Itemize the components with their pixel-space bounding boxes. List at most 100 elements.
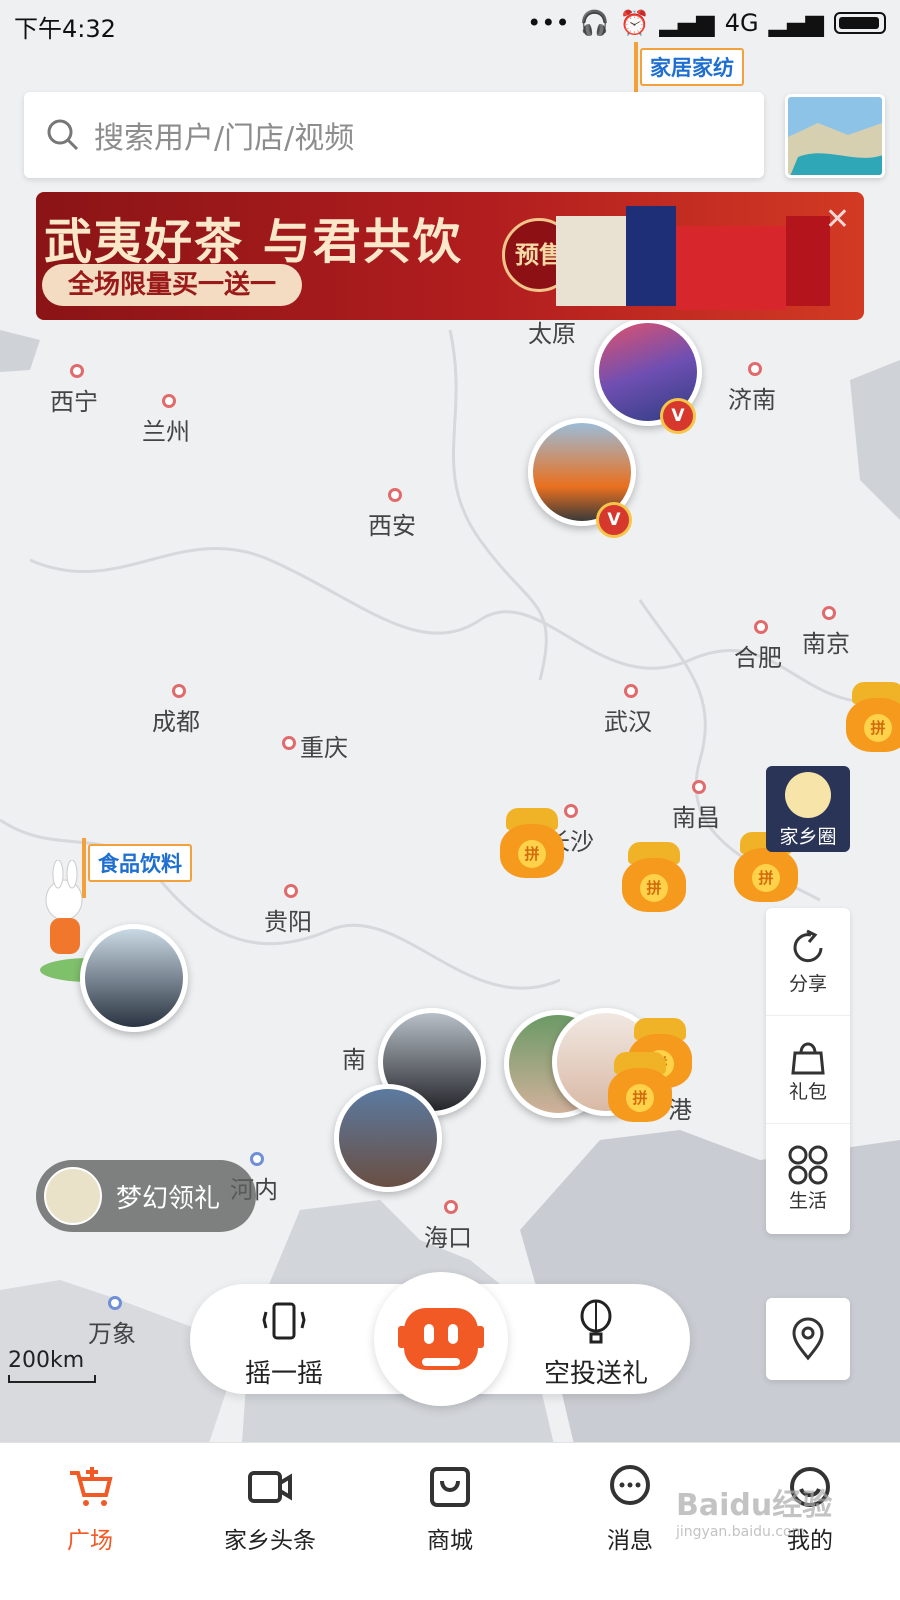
group-buy-bag-icon[interactable]: 拼 [618, 842, 690, 912]
promo-banner[interactable]: 武夷好茶 与君共饮 全场限量买一送一 预售 ✕ [36, 192, 864, 320]
city-marker [692, 780, 706, 794]
category-flag-home-textile[interactable]: 家居家纺 [634, 42, 744, 102]
scenic-thumbnail[interactable] [785, 94, 885, 178]
share-label: 分享 [788, 973, 827, 995]
action-bar: 摇一摇 空投送礼 [190, 1272, 690, 1406]
landscape-icon [788, 97, 882, 175]
city-marker [172, 684, 186, 698]
city-marker [162, 394, 176, 408]
city-label-vientiane: 万象 [88, 1320, 136, 1348]
robot-center-button[interactable] [374, 1272, 508, 1406]
group-buy-bag-icon[interactable]: 拼 [604, 1052, 676, 1122]
robot-icon [398, 1308, 484, 1370]
video-camera-icon [248, 1471, 292, 1503]
location-pin-icon [792, 1317, 824, 1361]
user-avatar-marker[interactable] [334, 1084, 442, 1192]
search-placeholder: 搜索用户/门店/视频 [94, 121, 355, 156]
bag-label: 拼 [626, 1084, 654, 1112]
dream-gift-button[interactable]: 梦幻领礼 [36, 1160, 256, 1232]
tab-label: 广场 [67, 1528, 113, 1554]
cart-icon [70, 1467, 113, 1506]
city-label-lanzhou: 兰州 [142, 418, 190, 446]
group-buy-bag-icon[interactable]: 拼 [842, 682, 900, 752]
city-marker [624, 684, 638, 698]
map-scale: 200km [8, 1348, 96, 1383]
bag-label: 拼 [864, 714, 892, 742]
tab-hometown-news[interactable]: 家乡头条 [180, 1443, 360, 1600]
group-buy-bag-icon[interactable]: 拼 [496, 808, 568, 878]
moon-icon [785, 772, 831, 818]
network-type: 4G [724, 9, 759, 37]
city-label-wuhan: 武汉 [604, 708, 652, 736]
city-marker [250, 1152, 264, 1166]
city-label-chengdu: 成都 [152, 708, 200, 736]
airdrop-label: 空投送礼 [543, 1359, 648, 1389]
tea-gift-box-icon [556, 206, 830, 310]
banner-close-button[interactable]: ✕ [825, 202, 850, 237]
tab-label: 消息 [607, 1528, 653, 1554]
user-avatar-marker[interactable] [80, 924, 188, 1032]
banner-title: 武夷好茶 与君共饮 [44, 214, 463, 270]
grid-icon [788, 1145, 828, 1184]
flag-label: 家居家纺 [650, 56, 734, 80]
life-label: 生活 [788, 1189, 827, 1212]
bag-label: 拼 [518, 840, 546, 868]
balloon-icon [580, 1299, 612, 1344]
tab-label: 家乡头条 [224, 1528, 316, 1554]
watermark: Baidu经验 jingyan.baidu.com [676, 1480, 832, 1540]
city-marker [282, 736, 296, 750]
shopping-bag-icon [430, 1467, 470, 1507]
status-icons: ••• 🎧 ⏰ ▂▄▆ 4G ▂▄▆ [527, 9, 886, 37]
hometown-circle-button[interactable]: 家乡圈 [766, 766, 850, 852]
search-icon [47, 119, 79, 151]
vip-badge: V [596, 502, 632, 538]
airdrop-gift-button[interactable]: 空投送礼 [516, 1298, 676, 1390]
city-label-hefei: 合肥 [734, 644, 782, 672]
status-time: 下午4:32 [14, 15, 116, 43]
side-toolbar: 分享 礼包 生活 [766, 908, 850, 1234]
city-label-jinan: 济南 [728, 386, 776, 414]
hometown-circle-label: 家乡圈 [779, 826, 837, 848]
city-label-guiyang: 贵阳 [264, 908, 312, 936]
city-marker [444, 1200, 458, 1214]
tab-mall[interactable]: 商城 [360, 1443, 540, 1600]
city-marker [284, 884, 298, 898]
shake-label: 摇一摇 [244, 1359, 323, 1389]
status-bar: 下午4:32 ••• 🎧 ⏰ ▂▄▆ 4G ▂▄▆ [0, 0, 900, 46]
bag-label: 拼 [752, 864, 780, 892]
city-marker [70, 364, 84, 378]
share-icon [793, 929, 823, 963]
bag-label: 拼 [640, 874, 668, 902]
tab-label: 商城 [427, 1528, 473, 1554]
banner-subtitle: 全场限量买一送一 [42, 264, 302, 306]
share-button[interactable]: 分享 [766, 908, 850, 1016]
city-label-nanning: 南 [342, 1046, 366, 1074]
city-label-chongqing: 重庆 [300, 734, 348, 762]
more-dots-icon: ••• [527, 9, 570, 37]
tab-plaza[interactable]: 广场 [0, 1443, 180, 1600]
battery-icon [834, 12, 886, 34]
map-mini-icon [44, 1167, 102, 1225]
city-label-xian: 西安 [368, 512, 416, 540]
signal-icon: ▂▄▆ [768, 9, 824, 37]
search-input[interactable]: 搜索用户/门店/视频 [24, 92, 764, 178]
phone-shake-icon [262, 1302, 306, 1340]
city-label-haikou: 海口 [424, 1224, 472, 1252]
chat-bubble-icon [610, 1465, 650, 1505]
headphone-icon: 🎧 [579, 9, 610, 37]
watermark-brand: Baidu经验 [676, 1488, 833, 1523]
city-label-nanjing: 南京 [802, 630, 850, 658]
city-marker [108, 1296, 122, 1310]
watermark-url: jingyan.baidu.com [676, 1524, 806, 1540]
shake-button[interactable]: 摇一摇 [204, 1298, 364, 1390]
life-button[interactable]: 生活 [766, 1124, 850, 1232]
locate-button[interactable] [766, 1298, 850, 1380]
city-marker [388, 488, 402, 502]
city-marker [754, 620, 768, 634]
alarm-icon: ⏰ [619, 9, 650, 37]
gift-pack-label: 礼包 [788, 1081, 827, 1103]
dream-gift-label: 梦幻领礼 [116, 1183, 221, 1214]
gift-bag-icon [791, 1042, 825, 1075]
scale-bar [8, 1375, 96, 1383]
gift-pack-button[interactable]: 礼包 [766, 1016, 850, 1124]
